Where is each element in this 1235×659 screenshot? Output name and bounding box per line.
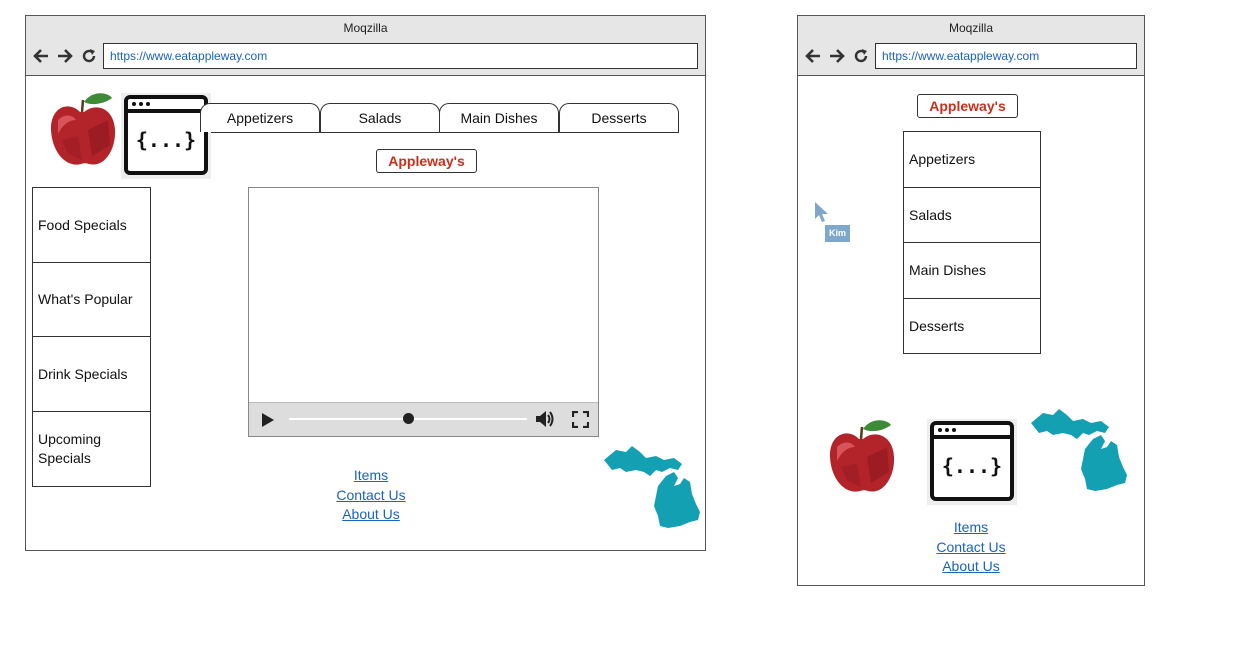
browser-chrome: Moqzilla https://www.eatappleway.com <box>26 16 705 76</box>
video-controls <box>249 402 598 436</box>
code-window-icon <box>927 419 1017 505</box>
play-icon[interactable] <box>261 413 275 427</box>
video-scrubber[interactable] <box>403 413 414 424</box>
items-link[interactable]: Items <box>921 518 1021 538</box>
menu-item-salads[interactable]: Salads <box>904 188 1040 243</box>
mobile-browser-window: Moqzilla https://www.eatappleway.com App… <box>797 15 1145 586</box>
contact-us-link[interactable]: Contact Us <box>921 538 1021 558</box>
brand-title: Appleway's <box>376 149 477 173</box>
footer-links: Items Contact Us About Us <box>921 518 1021 577</box>
window-title: Moqzilla <box>948 21 993 35</box>
sidebar-menu: Food Specials What's Popular Drink Speci… <box>32 187 151 487</box>
desktop-browser-window: Moqzilla https://www.eatappleway.com App… <box>25 15 706 551</box>
sidebar-item-whats-popular[interactable]: What's Popular <box>33 263 150 337</box>
apple-image <box>827 417 897 497</box>
tab-salads[interactable]: Salads <box>320 103 440 132</box>
tab-baseline <box>211 132 679 133</box>
fullscreen-icon[interactable] <box>572 411 589 428</box>
browser-chrome: Moqzilla https://www.eatappleway.com <box>798 16 1144 76</box>
michigan-map-image <box>602 442 702 532</box>
tab-appetizers[interactable]: Appetizers <box>200 103 320 132</box>
video-player[interactable] <box>248 187 599 437</box>
menu-item-appetizers[interactable]: Appetizers <box>904 132 1040 188</box>
contact-us-link[interactable]: Contact Us <box>321 486 421 506</box>
reload-icon[interactable] <box>853 48 869 64</box>
footer-links: Items Contact Us About Us <box>321 466 421 525</box>
sidebar-item-upcoming-specials[interactable]: Upcoming Specials <box>33 412 150 486</box>
code-window-icon <box>121 93 211 179</box>
tab-desserts[interactable]: Desserts <box>559 103 679 132</box>
items-link[interactable]: Items <box>321 466 421 486</box>
back-arrow-icon[interactable] <box>33 48 49 64</box>
window-title: Moqzilla <box>343 21 388 35</box>
collaborator-name-badge: Kim <box>825 225 850 242</box>
volume-icon[interactable] <box>535 410 555 428</box>
reload-icon[interactable] <box>81 48 97 64</box>
about-us-link[interactable]: About Us <box>921 557 1021 577</box>
mobile-menu: Appetizers Salads Main Dishes Desserts <box>903 131 1041 354</box>
sidebar-item-food-specials[interactable]: Food Specials <box>33 188 150 263</box>
url-bar[interactable]: https://www.eatappleway.com <box>875 43 1137 69</box>
about-us-link[interactable]: About Us <box>321 505 421 525</box>
menu-item-main-dishes[interactable]: Main Dishes <box>904 243 1040 299</box>
back-arrow-icon[interactable] <box>805 48 821 64</box>
sidebar-item-drink-specials[interactable]: Drink Specials <box>33 337 150 412</box>
menu-item-desserts[interactable]: Desserts <box>904 299 1040 353</box>
brand-title: Appleway's <box>917 94 1018 118</box>
forward-arrow-icon[interactable] <box>57 48 73 64</box>
url-bar[interactable]: https://www.eatappleway.com <box>103 43 698 69</box>
collaborator-cursor-icon <box>815 202 828 222</box>
forward-arrow-icon[interactable] <box>829 48 845 64</box>
apple-image <box>48 90 118 170</box>
tab-main-dishes[interactable]: Main Dishes <box>439 103 559 132</box>
michigan-map-image <box>1029 405 1129 495</box>
